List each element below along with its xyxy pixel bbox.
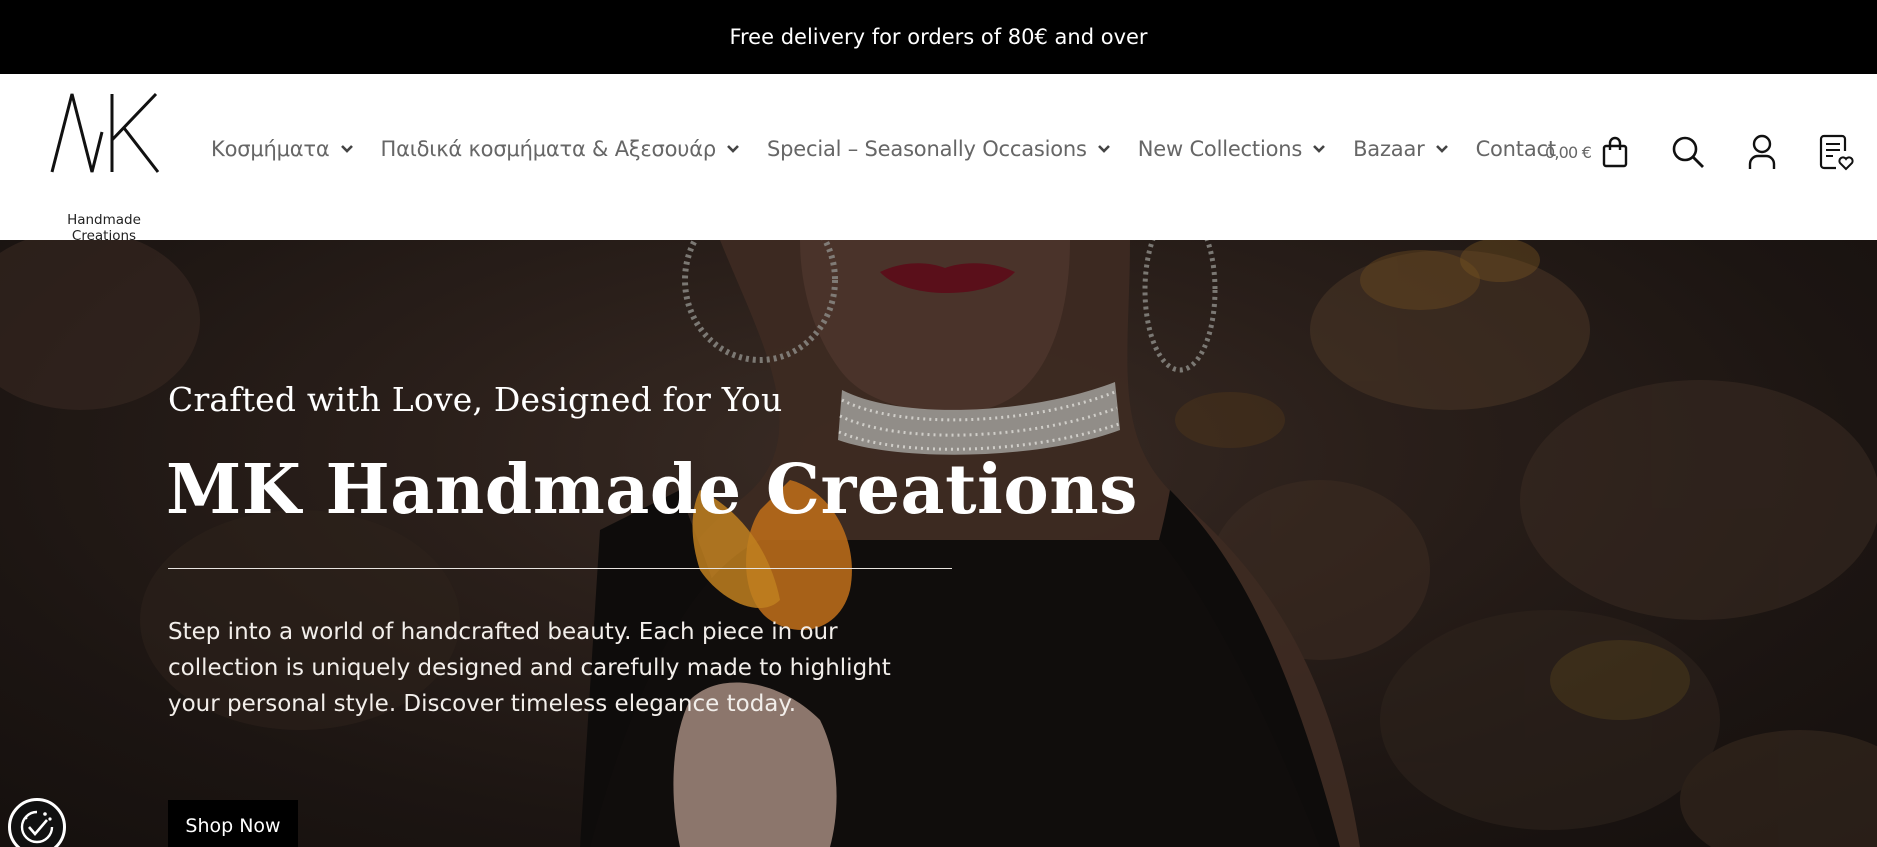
announcement-bar: Free delivery for orders of 80€ and over [0,0,1877,74]
nav-item-label: Special – Seasonally Occasions [767,137,1087,161]
hero-divider [168,568,952,569]
hero-title: MK Handmade Creations [166,450,1138,530]
chevron-down-icon [340,145,353,153]
user-icon[interactable] [1747,134,1777,170]
search-icon[interactable] [1671,135,1705,169]
chevron-down-icon [727,145,739,153]
cart-total[interactable]: 0,00 € [1545,143,1592,162]
nav-item-new-collections[interactable]: New Collections [1138,137,1326,161]
site-header: Handmade Creations Κοσμήματα Παιδικά κοσ… [0,74,1877,244]
chevron-down-icon [1097,145,1110,153]
nav-item-label: Contact [1475,137,1557,161]
nav-item-kids-jewelry[interactable]: Παιδικά κοσμήματα & Αξεσουάρ [381,137,741,161]
nav-item-bazaar[interactable]: Bazaar [1353,137,1448,161]
header-actions: 0,00 € [1545,130,1855,174]
shopping-bag-icon[interactable] [1601,136,1629,168]
nav-item-special-occasions[interactable]: Special – Seasonally Occasions [767,137,1111,161]
shop-now-button[interactable]: Shop Now [168,800,298,847]
mk-logo-mark-icon [50,92,160,173]
cookie-consent-icon[interactable] [8,798,66,847]
hero-banner: Crafted with Love, Designed for You MK H… [0,240,1877,847]
hero-subtitle: Crafted with Love, Designed for You [168,380,783,419]
hero-description: Step into a world of handcrafted beauty.… [168,619,891,717]
nav-item-label: Παιδικά κοσμήματα & Αξεσουάρ [380,137,717,161]
site-logo[interactable]: Handmade Creations [38,92,170,244]
hero-background-image [0,240,1877,847]
nav-item-kosmimata[interactable]: Κοσμήματα [211,137,354,161]
nav-item-label: New Collections [1137,137,1303,161]
main-nav: Κοσμήματα Παιδικά κοσμήματα & Αξεσουάρ S… [211,134,1556,164]
announcement-text: Free delivery for orders of 80€ and over [729,25,1148,49]
nav-item-contact[interactable]: Contact [1475,137,1557,161]
nav-item-label: Bazaar [1353,137,1425,161]
nav-item-label: Κοσμήματα [211,137,330,161]
wishlist-icon[interactable] [1817,133,1855,171]
chevron-down-icon [1435,145,1448,153]
chevron-down-icon [1313,145,1325,153]
